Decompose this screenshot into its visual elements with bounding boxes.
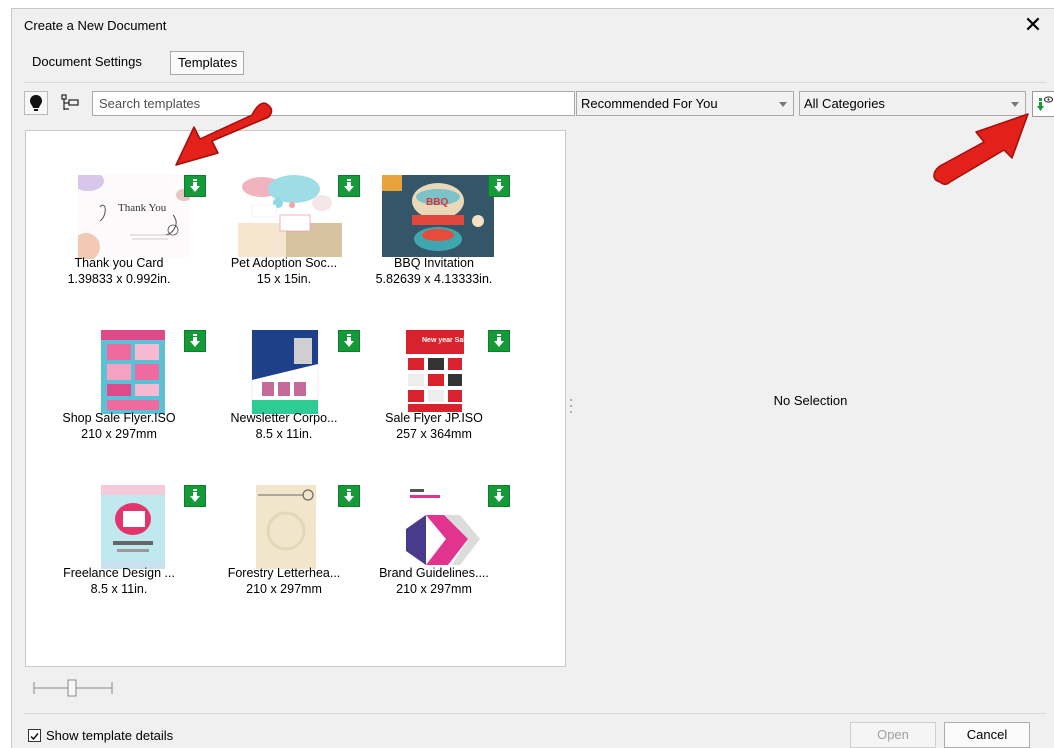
template-thumbnail: Thank You [78,175,190,259]
download-badge [338,485,360,507]
close-icon: ✕ [1023,12,1043,37]
download-icon [494,489,504,502]
template-size: 8.5 x 11in. [255,427,313,441]
template-size: 257 x 364mm [396,427,472,441]
recommended-filter-select[interactable]: Recommended For You [576,91,794,116]
checkbox-box[interactable] [28,729,41,742]
download-badge [488,485,510,507]
template-size: 5.82639 x 4.13333in. [375,272,493,286]
template-name: Sale Flyer JP.ISO [385,411,483,425]
template-size: 15 x 15in. [256,272,312,286]
template-name: BBQ Invitation [394,256,474,270]
cancel-button[interactable]: Cancel [944,722,1030,748]
close-button[interactable]: ✕ [1020,12,1046,38]
template-size: 210 x 297mm [81,427,157,441]
download-icon [344,179,354,192]
template-size: 210 x 297mm [396,582,472,596]
templates-toolbar: Recommended For You All Categories [24,91,1054,117]
template-name: Forestry Letterhea... [227,566,341,580]
download-view-icon [1037,96,1054,111]
show-downloadable-button[interactable] [1032,91,1054,117]
template-tile-pet-adoption[interactable]: Pet Adoption Soc... 15 x 15in. [214,131,360,286]
show-template-details-label: Show template details [46,728,174,743]
template-tile-forestry-letterhead[interactable]: Forestry Letterhea... 210 x 297mm [214,441,360,596]
inspiration-button[interactable] [24,91,48,115]
download-icon [190,179,200,192]
template-name: Pet Adoption Soc... [230,256,338,270]
tab-document-settings[interactable]: Document Settings [24,51,156,75]
template-name: Brand Guidelines.... [379,566,489,580]
download-badge [184,330,206,352]
template-tile-freelance-design[interactable]: Freelance Design ... 8.5 x 11in. [49,441,206,596]
dialog-title: Create a New Document [24,18,167,33]
category-filter-select[interactable]: All Categories [799,91,1026,116]
create-document-dialog: Create a New Document ✕ Document Setting… [11,8,1054,748]
template-name: Freelance Design ... [63,566,175,580]
category-filter-value: All Categories [804,96,885,111]
checkmark-icon [30,733,39,741]
tab-templates[interactable]: Templates [170,51,244,75]
download-icon [344,334,354,347]
title-bar: Create a New Document ✕ [12,9,1054,41]
download-icon [344,489,354,502]
thumb-thank-you-text: Thank You [118,202,167,214]
templates-grid: Thank You Thank you Card 1.39833 x 0.992… [25,130,566,667]
template-tile-bbq-invitation[interactable]: BBQ BBQ Invitation 5.82639 x 4.13333in. [364,131,510,286]
download-badge [338,175,360,197]
thumb-new-year-text: New year Sale! [422,337,471,344]
template-thumbnail [232,175,344,257]
search-templates-input[interactable] [92,91,575,116]
template-name: Thank you Card [74,256,164,270]
recommended-filter-value: Recommended For You [581,96,718,111]
download-icon [190,489,200,502]
open-button[interactable]: Open [850,722,936,748]
download-icon [190,334,200,347]
template-tile-shop-sale-flyer[interactable]: Shop Sale Flyer.ISO 210 x 297mm [49,286,206,441]
download-icon [494,179,504,192]
slider-thumb [67,679,77,697]
template-tile-newsletter[interactable]: Newsletter Corpo... 8.5 x 11in. [214,286,360,441]
download-badge [184,175,206,197]
template-tile-thank-you-card[interactable]: Thank You Thank you Card 1.39833 x 0.992… [49,131,206,286]
template-size: 1.39833 x 0.992in. [67,272,171,286]
folder-tree-icon [61,94,79,110]
chevron-down-icon [1011,102,1019,107]
template-size: 8.5 x 11in. [90,582,148,596]
download-icon [494,334,504,347]
template-size: 210 x 297mm [246,582,322,596]
download-badge [184,485,206,507]
lightbulb-icon [30,95,42,111]
download-badge [488,175,510,197]
chevron-down-icon [779,102,787,107]
template-name: Newsletter Corpo... [230,411,338,425]
template-tile-brand-guidelines[interactable]: Brand Guidelines.... 210 x 297mm [364,441,510,596]
template-thumbnail: BBQ [382,175,494,257]
template-tile-sale-flyer-jp[interactable]: New year Sale! Sale Flyer JP.ISO 257 x 3… [364,286,510,441]
tab-divider [24,82,1046,83]
template-name: Shop Sale Flyer.ISO [62,411,176,425]
template-preview-panel: No Selection [575,130,1046,667]
thumbnail-size-slider[interactable] [32,676,114,700]
no-selection-text: No Selection [773,393,848,408]
panel-splitter[interactable] [567,395,575,417]
download-badge [488,330,510,352]
thumb-bbq-text: BBQ [426,197,448,208]
folder-tree-button[interactable] [58,91,82,115]
download-badge [338,330,360,352]
footer-divider [24,713,1046,714]
